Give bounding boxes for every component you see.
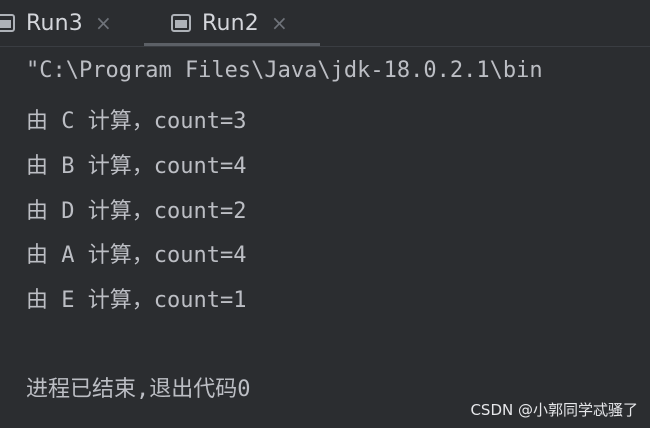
close-icon[interactable]: ×	[95, 13, 112, 33]
watermark: CSDN @小郭同学忒骚了	[470, 401, 638, 419]
console-window-icon	[0, 12, 16, 34]
close-icon[interactable]: ×	[271, 13, 288, 33]
process-exit-message: 进程已结束,退出代码0	[26, 377, 251, 402]
console-line: 由 B 计算，count=4	[26, 154, 247, 179]
tab-run2-label: Run2	[202, 10, 259, 36]
tab-run3-label: Run3	[26, 10, 83, 36]
console-line: 由 E 计算，count=1	[26, 288, 247, 313]
console-line: 由 C 计算，count=3	[26, 109, 247, 134]
run-tab-bar: Run3 × Run2 ×	[0, 0, 650, 47]
console-window-icon	[170, 12, 192, 34]
console-line: 由 A 计算，count=4	[26, 243, 247, 268]
console-command-line: "C:\Program Files\Java\jdk-18.0.2.1\bin	[26, 58, 543, 83]
active-tab-indicator	[144, 43, 320, 46]
tab-run3[interactable]: Run3 ×	[0, 0, 112, 46]
console-line: 由 D 计算，count=2	[26, 199, 247, 224]
tab-run2[interactable]: Run2 ×	[170, 0, 288, 46]
